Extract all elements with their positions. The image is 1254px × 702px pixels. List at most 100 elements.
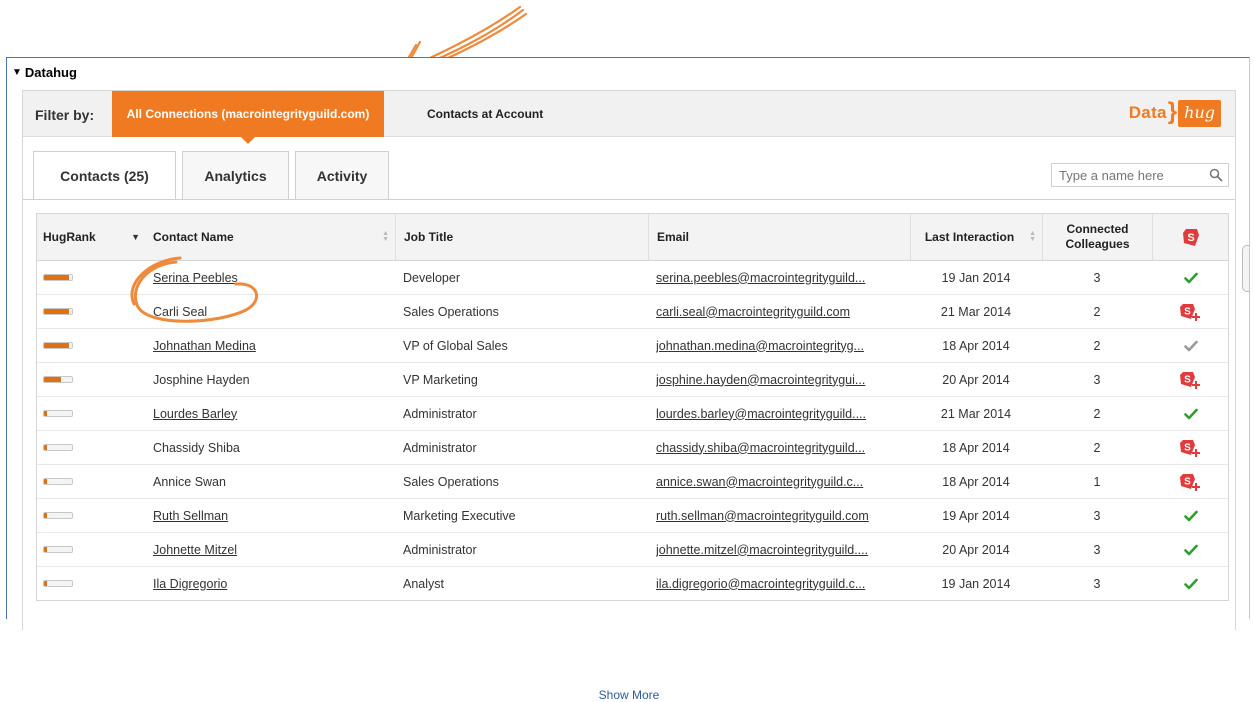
email-link[interactable]: josphine.hayden@macrointegritygui... <box>656 373 865 387</box>
crm-status-cell <box>1152 499 1229 532</box>
crm-status-cell <box>1152 329 1229 362</box>
contact-name-cell[interactable]: Serina Peebles <box>153 261 393 294</box>
panel-header[interactable]: ▼ Datahug <box>12 65 77 80</box>
email-cell[interactable]: serina.peebles@macrointegrityguild... <box>656 261 908 294</box>
email-cell[interactable]: lourdes.barley@macrointegrityguild.... <box>656 397 908 430</box>
crm-status-cell[interactable]: S <box>1152 363 1229 396</box>
crm-status-cell[interactable]: S <box>1152 431 1229 464</box>
filter-contacts-at-account[interactable]: Contacts at Account <box>427 107 543 121</box>
tab-analytics[interactable]: Analytics <box>182 151 289 199</box>
search-icon[interactable] <box>1209 168 1223 182</box>
contact-name[interactable]: Johnette Mitzel <box>153 543 237 557</box>
table-row[interactable]: Chassidy Shiba Administrator chassidy.sh… <box>37 431 1228 465</box>
email-cell[interactable]: josphine.hayden@macrointegritygui... <box>656 363 908 396</box>
hugrank-bar <box>43 580 73 587</box>
col-contact-name[interactable]: Contact Name ▲ ▼ <box>143 214 395 260</box>
tab-contacts[interactable]: Contacts (25) <box>33 151 176 200</box>
colleagues-cell: 2 <box>1042 329 1152 362</box>
tab-activity[interactable]: Activity <box>295 151 389 199</box>
crm-status-cell <box>1152 533 1229 566</box>
colleagues-cell: 1 <box>1042 465 1152 498</box>
hugrank-bar <box>43 274 73 281</box>
table-row[interactable]: Johnathan Medina VP of Global Sales john… <box>37 329 1228 363</box>
job-title: Sales Operations <box>403 474 499 489</box>
col-last-interaction[interactable]: Last Interaction ▲ ▼ <box>910 214 1042 260</box>
last-interaction-cell: 21 Mar 2014 <box>910 295 1042 328</box>
search-input[interactable] <box>1057 166 1211 184</box>
table-row[interactable]: Carli Seal Sales Operations carli.seal@m… <box>37 295 1228 329</box>
contact-name[interactable]: Ruth Sellman <box>153 509 228 523</box>
filter-all-connections[interactable]: All Connections (macrointegrityguild.com… <box>112 91 384 144</box>
col-email[interactable]: Email <box>648 214 910 260</box>
contact-name[interactable]: Lourdes Barley <box>153 407 237 421</box>
add-to-crm-icon[interactable]: S <box>1179 438 1202 458</box>
email-cell[interactable]: ruth.sellman@macrointegrityguild.com <box>656 499 908 532</box>
datahug-widget: Filter by: All Connections (macrointegri… <box>22 90 1236 702</box>
email-cell[interactable]: carli.seal@macrointegrityguild.com <box>656 295 908 328</box>
job-title: Marketing Executive <box>403 508 516 523</box>
table-header: HugRank ▼ Contact Name ▲ ▼ Job Title Emai… <box>37 214 1228 261</box>
crm-status-cell[interactable]: S <box>1152 465 1229 498</box>
colleagues-cell: 2 <box>1042 431 1152 464</box>
last-interaction-cell: 21 Mar 2014 <box>910 397 1042 430</box>
hugrank-bar <box>43 478 73 485</box>
contact-name[interactable]: Ila Digregorio <box>153 577 227 591</box>
crm-status-cell[interactable]: S <box>1152 295 1229 328</box>
contact-name-cell[interactable]: Johnette Mitzel <box>153 533 393 566</box>
table-row[interactable]: Annice Swan Sales Operations annice.swan… <box>37 465 1228 499</box>
contact-name-cell[interactable]: Ruth Sellman <box>153 499 393 532</box>
col-connected-colleagues[interactable]: Connected Colleagues <box>1042 214 1152 260</box>
email-link[interactable]: serina.peebles@macrointegrityguild... <box>656 271 865 285</box>
email-cell[interactable]: johnette.mitzel@macrointegrityguild.... <box>656 533 908 566</box>
email-link[interactable]: lourdes.barley@macrointegrityguild.... <box>656 407 866 421</box>
email-cell[interactable]: chassidy.shiba@macrointegrityguild... <box>656 431 908 464</box>
colleagues-cell: 3 <box>1042 261 1152 294</box>
add-to-crm-icon[interactable]: S <box>1179 302 1202 322</box>
col-job-title[interactable]: Job Title <box>395 214 648 260</box>
email-link[interactable]: ila.digregorio@macrointegrityguild.c... <box>656 577 865 591</box>
contact-name-cell[interactable]: Johnathan Medina <box>153 329 393 362</box>
connected-colleagues: 3 <box>1093 542 1101 557</box>
job-title-cell: VP of Global Sales <box>403 329 646 362</box>
last-interaction: 19 Jan 2014 <box>941 576 1011 591</box>
col-hugrank[interactable]: HugRank ▼ <box>37 214 143 260</box>
side-scroll-handle[interactable] <box>1242 245 1249 292</box>
email-link[interactable]: chassidy.shiba@macrointegrityguild... <box>656 441 865 455</box>
email-link[interactable]: carli.seal@macrointegrityguild.com <box>656 305 850 319</box>
connected-colleagues: 1 <box>1093 474 1101 489</box>
job-title: Administrator <box>403 542 477 557</box>
collapse-triangle-icon[interactable]: ▼ <box>12 67 22 78</box>
table-row[interactable]: Josphine Hayden VP Marketing josphine.ha… <box>37 363 1228 397</box>
connected-colleagues: 2 <box>1093 440 1101 455</box>
show-more-link[interactable]: Show More <box>23 688 1235 702</box>
email-link[interactable]: annice.swan@macrointegrityguild.c... <box>656 475 863 489</box>
table-row[interactable]: Ruth Sellman Marketing Executive ruth.se… <box>37 499 1228 533</box>
email-cell[interactable]: annice.swan@macrointegrityguild.c... <box>656 465 908 498</box>
table-row[interactable]: Ila Digregorio Analyst ila.digregorio@ma… <box>37 567 1228 600</box>
last-interaction-cell: 20 Apr 2014 <box>910 533 1042 566</box>
table-row[interactable]: Johnette Mitzel Administrator johnette.m… <box>37 533 1228 567</box>
table-row[interactable]: Lourdes Barley Administrator lourdes.bar… <box>37 397 1228 431</box>
last-interaction: 19 Jan 2014 <box>941 270 1011 285</box>
contact-name-cell[interactable]: Ila Digregorio <box>153 567 393 600</box>
email-cell[interactable]: johnathan.medina@macrointegrityg... <box>656 329 908 362</box>
contact-name[interactable]: Serina Peebles <box>153 271 238 285</box>
email-link[interactable]: ruth.sellman@macrointegrityguild.com <box>656 509 869 523</box>
email-cell[interactable]: ila.digregorio@macrointegrityguild.c... <box>656 567 908 600</box>
svg-text:S: S <box>1184 306 1191 317</box>
hugrank-bar <box>43 444 73 451</box>
email-link[interactable]: johnathan.medina@macrointegrityg... <box>656 339 864 353</box>
hugrank-cell <box>43 499 141 532</box>
last-interaction: 18 Apr 2014 <box>942 440 1010 455</box>
add-to-crm-icon[interactable]: S <box>1179 370 1202 390</box>
table-row[interactable]: Serina Peebles Developer serina.peebles@… <box>37 261 1228 295</box>
colleagues-cell: 3 <box>1042 363 1152 396</box>
job-title: Administrator <box>403 440 477 455</box>
last-interaction: 19 Apr 2014 <box>942 508 1010 523</box>
contact-name-cell[interactable]: Lourdes Barley <box>153 397 393 430</box>
job-title: Administrator <box>403 406 477 421</box>
hugrank-cell <box>43 261 141 294</box>
add-to-crm-icon[interactable]: S <box>1179 472 1202 492</box>
email-link[interactable]: johnette.mitzel@macrointegrityguild.... <box>656 543 868 557</box>
contact-name[interactable]: Johnathan Medina <box>153 339 256 353</box>
